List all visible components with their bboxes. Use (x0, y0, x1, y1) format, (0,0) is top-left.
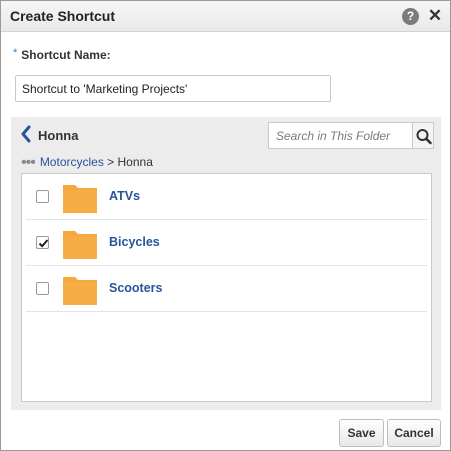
checkmark-icon (38, 239, 49, 248)
folder-browser: Honna ••• Motorcycles > Honna ATVs (11, 117, 441, 410)
dialog-titlebar: Create Shortcut ? ✕ (1, 1, 450, 32)
search-icon (416, 129, 432, 145)
folder-icon (63, 277, 97, 305)
shortcut-name-label-text: Shortcut Name: (21, 48, 111, 62)
breadcrumb-current: Honna (117, 155, 153, 169)
breadcrumb-overflow-icon[interactable]: ••• (21, 154, 36, 171)
cancel-button[interactable]: Cancel (387, 419, 441, 447)
folder-icon (63, 231, 97, 259)
folder-list: ATVs Bicycles Scooters (21, 173, 432, 402)
item-checkbox[interactable] (36, 236, 49, 249)
breadcrumb-link-parent[interactable]: Motorcycles (40, 155, 104, 169)
breadcrumb-separator: > (103, 155, 118, 169)
close-icon[interactable]: ✕ (427, 6, 443, 26)
back-chevron-icon[interactable] (20, 125, 32, 143)
folder-search-input[interactable] (268, 122, 413, 149)
breadcrumb: ••• Motorcycles > Honna (21, 154, 153, 172)
item-label[interactable]: ATVs (109, 189, 140, 203)
help-icon[interactable]: ? (402, 8, 419, 25)
required-marker: * (13, 47, 18, 59)
current-folder-name: Honna (38, 128, 79, 143)
list-item[interactable]: Bicycles (26, 220, 427, 266)
dialog-title: Create Shortcut (10, 8, 116, 24)
save-button[interactable]: Save (339, 419, 384, 447)
item-checkbox[interactable] (36, 282, 49, 295)
search-button[interactable] (412, 122, 434, 149)
list-item[interactable]: Scooters (26, 266, 427, 312)
shortcut-name-input[interactable] (15, 75, 331, 102)
item-label[interactable]: Bicycles (109, 235, 160, 249)
item-checkbox[interactable] (36, 190, 49, 203)
create-shortcut-dialog: Create Shortcut ? ✕ *Shortcut Name: Honn… (0, 0, 451, 451)
shortcut-name-label: * Shortcut Name: (13, 47, 111, 62)
item-label[interactable]: Scooters (109, 281, 163, 295)
folder-icon (63, 185, 97, 213)
list-item[interactable]: ATVs (26, 174, 427, 220)
